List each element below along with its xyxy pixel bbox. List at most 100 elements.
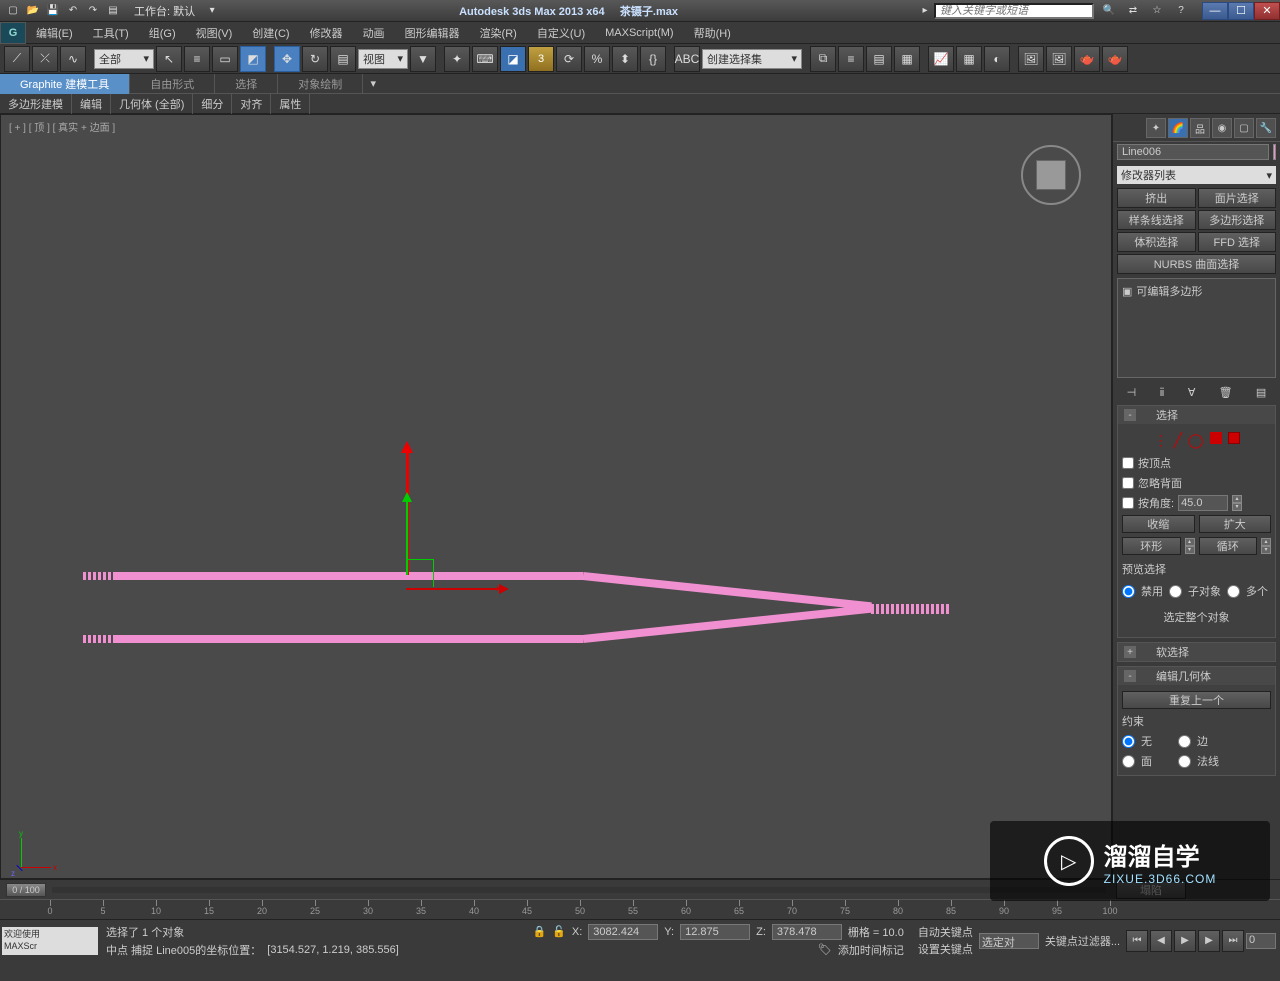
nurbs-sel-button[interactable]: NURBS 曲面选择 [1117, 254, 1276, 274]
sub-polymodel[interactable]: 多边形建模 [0, 94, 72, 114]
current-frame-input[interactable]: 0 [1246, 933, 1276, 949]
tab-paint[interactable]: 对象绘制 [278, 74, 363, 94]
menu-tools[interactable]: 工具(T) [83, 22, 139, 44]
workspace-dropdown-icon[interactable]: ▾ [203, 3, 221, 19]
keyboard-shortcut-icon[interactable]: ⌨ [472, 46, 498, 72]
ring-button[interactable]: 环形 [1122, 537, 1181, 555]
spinner-snap-icon[interactable]: ⬍ [612, 46, 638, 72]
viewport-label[interactable]: [ + ] [ 顶 ] [ 真实 + 边面 ] [9, 119, 115, 134]
viewport[interactable]: [ + ] [ 顶 ] [ 真实 + 边面 ] x y x z [0, 114, 1112, 879]
schematic-icon[interactable]: ▦ [956, 46, 982, 72]
keyfilter-button[interactable]: 关键点过滤器... [1045, 933, 1120, 949]
time-tag-icon[interactable]: 🏷 [818, 943, 832, 956]
mirror-icon[interactable]: ⧉ [810, 46, 836, 72]
menu-help[interactable]: 帮助(H) [684, 22, 741, 44]
render-setup-icon[interactable]: 🖼 [1018, 46, 1044, 72]
y-coord-input[interactable]: 12.875 [680, 924, 750, 940]
loop-button[interactable]: 循环 [1199, 537, 1258, 555]
lock-button[interactable]: 🔓 [552, 925, 566, 938]
named-selection-set[interactable]: 创建选择集▾ [702, 49, 802, 69]
menu-rendering[interactable]: 渲染(R) [470, 22, 527, 44]
sub-props[interactable]: 属性 [271, 94, 310, 114]
constraint-normal-radio[interactable] [1178, 755, 1191, 768]
extrude-button[interactable]: 挤出 [1117, 188, 1196, 208]
binoculars-icon[interactable]: 🔍 [1100, 3, 1118, 19]
workspace-label[interactable]: 工作台: 默认 [126, 3, 203, 19]
create-tab-icon[interactable]: ✦ [1146, 118, 1166, 138]
select-name-icon[interactable]: ≡ [184, 46, 210, 72]
select-region-icon[interactable]: ▭ [212, 46, 238, 72]
render-icon[interactable]: 🫖 [1074, 46, 1100, 72]
show-end-icon[interactable]: ⅱ [1160, 386, 1165, 399]
layer-manager-icon[interactable]: ▦ [894, 46, 920, 72]
preview-disable-radio[interactable] [1122, 585, 1135, 598]
vol-sel-button[interactable]: 体积选择 [1117, 232, 1196, 252]
constraint-edge-radio[interactable] [1178, 735, 1191, 748]
ignore-back-checkbox[interactable] [1122, 477, 1134, 489]
link-icon[interactable]: ⟋ [4, 46, 30, 72]
modify-tab-icon[interactable]: 🌈 [1168, 118, 1188, 138]
viewcube[interactable] [1021, 145, 1081, 205]
sub-align[interactable]: 对齐 [232, 94, 271, 114]
border-icon[interactable]: ◯ [1188, 432, 1204, 449]
make-unique-icon[interactable]: ∀ [1188, 386, 1196, 399]
scale-icon[interactable]: ▤ [330, 46, 356, 72]
project-icon[interactable]: ▤ [104, 3, 122, 19]
menu-customize[interactable]: 自定义(U) [527, 22, 595, 44]
help-icon[interactable]: ? [1172, 3, 1190, 19]
menu-grapheditors[interactable]: 图形编辑器 [395, 22, 470, 44]
polygon-icon[interactable] [1210, 432, 1222, 444]
poly-sel-button[interactable]: 多边形选择 [1198, 210, 1277, 230]
save-icon[interactable]: 💾 [44, 3, 62, 19]
select-manip-icon[interactable]: ✦ [444, 46, 470, 72]
exchange-icon[interactable]: ⇄ [1124, 3, 1142, 19]
constraint-none-radio[interactable] [1122, 735, 1135, 748]
align-icon[interactable]: ≡ [838, 46, 864, 72]
add-time-tag[interactable]: 添加时间标记 [838, 942, 904, 958]
menu-maxscript[interactable]: MAXScript(M) [595, 22, 683, 44]
display-tab-icon[interactable]: ▢ [1234, 118, 1254, 138]
edit-named-sel-icon[interactable]: {} [640, 46, 666, 72]
x-coord-input[interactable]: 3082.424 [588, 924, 658, 940]
material-editor-icon[interactable]: ◐ [984, 46, 1010, 72]
shrink-button[interactable]: 收缩 [1122, 515, 1195, 533]
modifier-stack[interactable]: ▣可编辑多边形 [1117, 278, 1276, 378]
maxscript-mini[interactable]: MAXScr [2, 941, 98, 955]
prev-frame-icon[interactable]: ◀ [1150, 930, 1172, 952]
goto-end-icon[interactable]: ⏭ [1222, 930, 1244, 952]
autokey-button[interactable]: 自动关键点 [918, 924, 973, 940]
preview-subobj-radio[interactable] [1169, 585, 1182, 598]
motion-tab-icon[interactable]: ◉ [1212, 118, 1232, 138]
snap-3d-icon[interactable]: 3 [528, 46, 554, 72]
angle-snap-icon[interactable]: ⟳ [556, 46, 582, 72]
by-vertex-checkbox[interactable] [1122, 457, 1134, 469]
soft-sel-header[interactable]: +软选择 [1118, 643, 1275, 661]
modifier-list-select[interactable]: 修改器列表▾ [1117, 166, 1276, 184]
ffd-sel-button[interactable]: FFD 选择 [1198, 232, 1277, 252]
tab-selection[interactable]: 选择 [215, 74, 278, 94]
sub-edit[interactable]: 编辑 [72, 94, 111, 114]
bind-icon[interactable]: ∿ [60, 46, 86, 72]
minimize-button[interactable]: — [1202, 2, 1228, 20]
sub-geometry[interactable]: 几何体 (全部) [111, 94, 193, 114]
named-sel-icon[interactable]: ABC [674, 46, 700, 72]
selection-filter[interactable]: 全部▾ [94, 49, 154, 69]
grow-button[interactable]: 扩大 [1199, 515, 1272, 533]
open-icon[interactable]: 📂 [24, 3, 42, 19]
select-icon[interactable]: ↖ [156, 46, 182, 72]
render-frame-icon[interactable]: 🖼 [1046, 46, 1072, 72]
goto-start-icon[interactable]: ⏮ [1126, 930, 1148, 952]
search-input[interactable] [934, 3, 1094, 19]
pin-stack-icon[interactable]: ⊣ [1127, 386, 1137, 399]
stack-item[interactable]: ▣可编辑多边形 [1122, 283, 1271, 299]
tab-freeform[interactable]: 自由形式 [130, 74, 215, 94]
unlink-icon[interactable]: ⤫ [32, 46, 58, 72]
snap-toggle-icon[interactable]: ◪ [500, 46, 526, 72]
menu-edit[interactable]: 编辑(E) [26, 22, 83, 44]
selection-rollup-header[interactable]: -选择 [1118, 406, 1275, 424]
menu-create[interactable]: 创建(C) [242, 22, 299, 44]
window-crossing-icon[interactable]: ◩ [240, 46, 266, 72]
pivot-icon[interactable]: ▼ [410, 46, 436, 72]
utilities-tab-icon[interactable]: 🔧 [1256, 118, 1276, 138]
time-slider[interactable]: 0 / 100 [6, 883, 46, 897]
